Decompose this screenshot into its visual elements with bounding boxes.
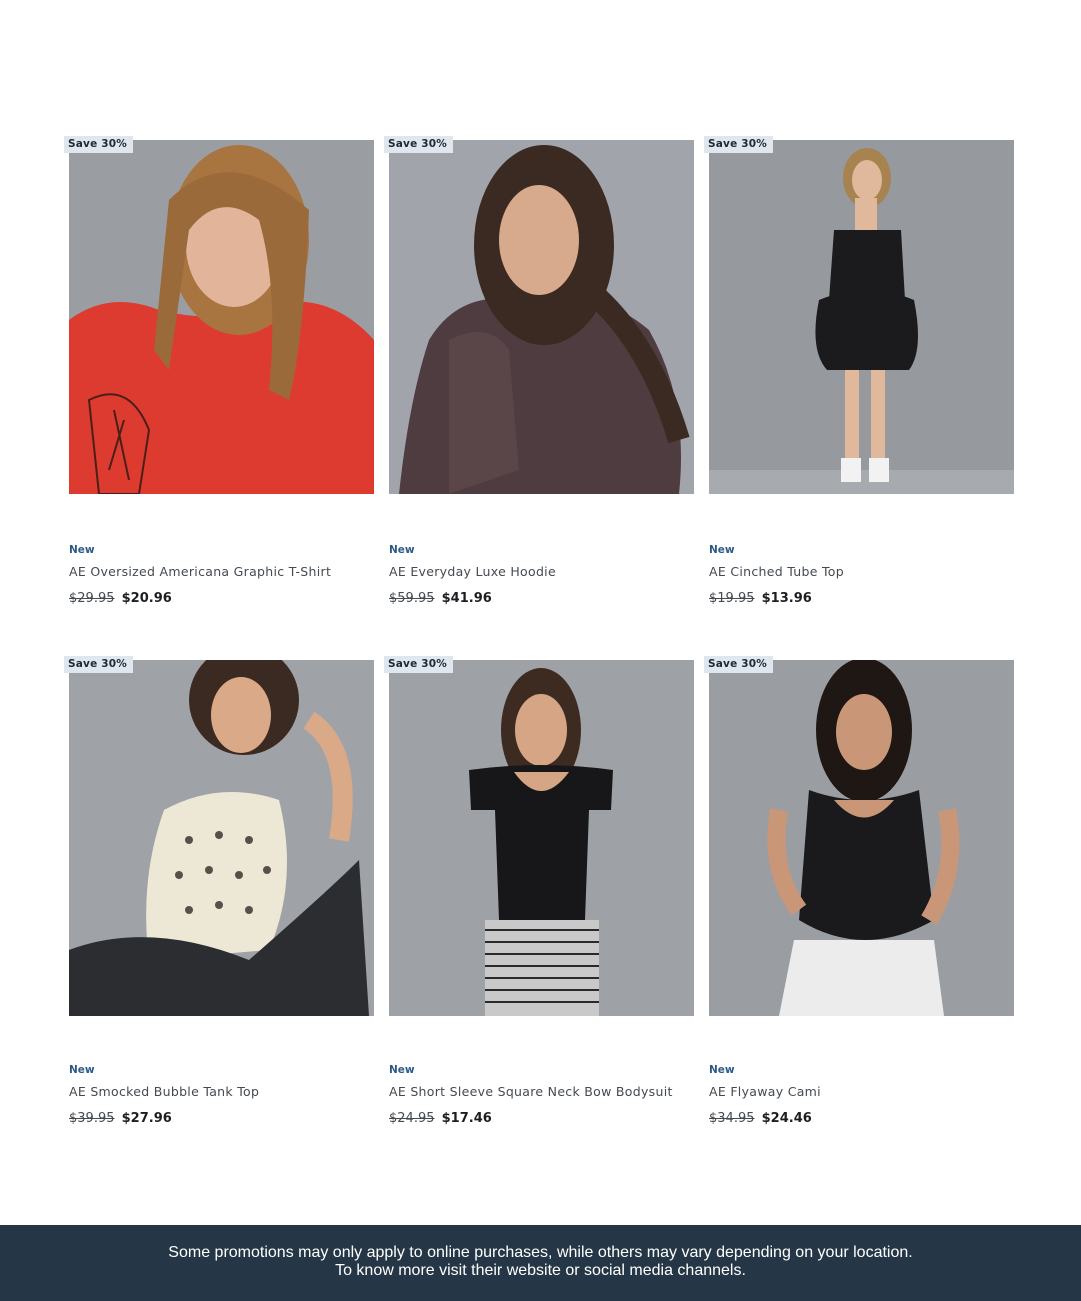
disclaimer-footer: Some promotions may only apply to online… xyxy=(0,1225,1081,1301)
product-photo-hoodie xyxy=(389,140,694,494)
product-photo-tshirt xyxy=(69,140,374,494)
discount-badge: Save 30% xyxy=(704,136,774,153)
product-card[interactable]: Save 30% New AE Oversized Americana Grap… xyxy=(64,136,374,660)
product-name-link[interactable]: AE Smocked Bubble Tank Top xyxy=(69,1084,259,1099)
discount-badge: Save 30% xyxy=(384,656,454,673)
product-photo-tube-top xyxy=(709,140,1014,494)
sale-price: $17.46 xyxy=(441,1111,492,1126)
product-name-link[interactable]: AE Short Sleeve Square Neck Bow Bodysuit xyxy=(389,1084,673,1099)
original-price: $29.95 xyxy=(69,591,115,606)
product-name-link[interactable]: AE Everyday Luxe Hoodie xyxy=(389,564,556,579)
price-row: $59.95 $41.96 xyxy=(389,591,556,606)
product-info: New AE Short Sleeve Square Neck Bow Body… xyxy=(389,1064,673,1126)
product-info: New AE Smocked Bubble Tank Top $39.95 $2… xyxy=(69,1064,259,1126)
sale-price: $13.96 xyxy=(761,591,812,606)
page: Save 30% New AE Oversized Americana Grap… xyxy=(0,0,1081,1301)
product-info: New AE Cinched Tube Top $19.95 $13.96 xyxy=(709,544,844,606)
product-photo-bubble-tank xyxy=(69,660,374,1016)
product-card[interactable]: Save 30% New AE Flyaway Cami $34.95 $24.… xyxy=(704,656,1014,1180)
new-tag: New xyxy=(709,544,735,556)
product-card[interactable]: Save 30% New AE Short Sleeve Square Neck… xyxy=(384,656,694,1180)
product-name-link[interactable]: AE Oversized Americana Graphic T-Shirt xyxy=(69,564,331,579)
product-photo-cami xyxy=(709,660,1014,1016)
product-image[interactable] xyxy=(709,140,1014,494)
new-tag: New xyxy=(709,1064,735,1076)
new-tag: New xyxy=(69,544,95,556)
disclaimer-line-1: Some promotions may only apply to online… xyxy=(168,1244,913,1261)
product-info: New AE Oversized Americana Graphic T-Shi… xyxy=(69,544,331,606)
new-tag: New xyxy=(389,1064,415,1076)
price-row: $34.95 $24.46 xyxy=(709,1111,821,1126)
product-photo-bodysuit xyxy=(389,660,694,1016)
product-image[interactable] xyxy=(389,660,694,1016)
sale-price: $24.46 xyxy=(761,1111,812,1126)
new-tag: New xyxy=(69,1064,95,1076)
product-info: New AE Flyaway Cami $34.95 $24.46 xyxy=(709,1064,821,1126)
original-price: $24.95 xyxy=(389,1111,435,1126)
discount-badge: Save 30% xyxy=(64,656,134,673)
product-name-link[interactable]: AE Cinched Tube Top xyxy=(709,564,844,579)
new-tag: New xyxy=(389,544,415,556)
original-price: $39.95 xyxy=(69,1111,115,1126)
product-grid: Save 30% New AE Oversized Americana Grap… xyxy=(64,136,1014,1180)
price-row: $39.95 $27.96 xyxy=(69,1111,259,1126)
product-name-link[interactable]: AE Flyaway Cami xyxy=(709,1084,821,1099)
sale-price: $20.96 xyxy=(121,591,172,606)
discount-badge: Save 30% xyxy=(64,136,134,153)
product-image[interactable] xyxy=(69,660,374,1016)
sale-price: $41.96 xyxy=(441,591,492,606)
sale-price: $27.96 xyxy=(121,1111,172,1126)
product-card[interactable]: Save 30% New AE Everyday Luxe Hoodie $59… xyxy=(384,136,694,660)
product-image[interactable] xyxy=(389,140,694,494)
disclaimer-line-2: To know more visit their website or soci… xyxy=(335,1262,746,1279)
product-card[interactable]: Save 30% New AE Smocked Bubble Tank Top … xyxy=(64,656,374,1180)
product-info: New AE Everyday Luxe Hoodie $59.95 $41.9… xyxy=(389,544,556,606)
price-row: $19.95 $13.96 xyxy=(709,591,844,606)
original-price: $34.95 xyxy=(709,1111,755,1126)
discount-badge: Save 30% xyxy=(704,656,774,673)
product-image[interactable] xyxy=(709,660,1014,1016)
price-row: $29.95 $20.96 xyxy=(69,591,331,606)
price-row: $24.95 $17.46 xyxy=(389,1111,673,1126)
discount-badge: Save 30% xyxy=(384,136,454,153)
original-price: $19.95 xyxy=(709,591,755,606)
original-price: $59.95 xyxy=(389,591,435,606)
product-card[interactable]: Save 30% New AE Cinched Tube Top $19.95 … xyxy=(704,136,1014,660)
product-image[interactable] xyxy=(69,140,374,494)
